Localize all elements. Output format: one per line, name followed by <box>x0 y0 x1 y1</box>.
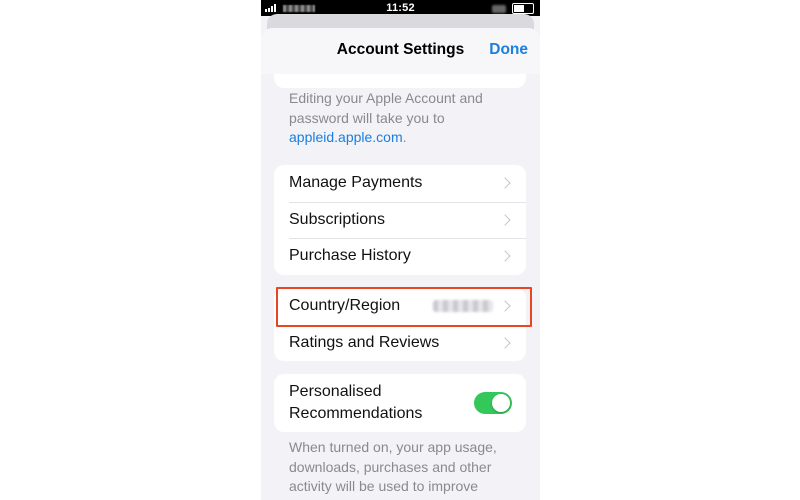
toggle-label: Personalised Recommendations <box>289 383 423 422</box>
manage-payments-row[interactable]: Manage Payments <box>274 165 526 202</box>
done-button[interactable]: Done <box>489 41 528 59</box>
wifi-icon <box>492 4 506 13</box>
previous-card-edge <box>274 72 526 88</box>
highlight-box <box>276 287 532 327</box>
apple-account-note-suffix: . <box>402 129 407 145</box>
chevron-right-icon <box>499 177 511 189</box>
chevron-right-icon <box>499 250 511 262</box>
row-label: Subscriptions <box>289 210 386 228</box>
appleid-link[interactable]: appleid.apple.com <box>289 129 403 145</box>
phone-screen: 11:52 Account Settings Done Editing your… <box>261 0 540 500</box>
payments-group: Manage Payments Subscriptions Purchase H… <box>274 165 526 275</box>
row-label: Purchase History <box>289 247 411 265</box>
apple-account-note: Editing your Apple Account and password … <box>289 89 517 148</box>
recommendations-description: When turned on, your app usage, download… <box>289 439 497 494</box>
recommendations-group: Personalised Recommendations <box>274 374 526 432</box>
row-label: Manage Payments <box>289 174 423 192</box>
row-label: Ratings and Reviews <box>289 333 440 351</box>
recommendations-toggle[interactable] <box>474 392 512 414</box>
status-right <box>492 3 534 14</box>
ratings-reviews-row[interactable]: Ratings and Reviews <box>274 324 526 362</box>
navigation-bar: Account Settings Done <box>261 28 540 74</box>
toggle-knob <box>492 394 510 412</box>
chevron-right-icon <box>499 337 511 349</box>
battery-icon <box>512 3 534 14</box>
apple-account-note-text: Editing your Apple Account and password … <box>289 90 483 126</box>
account-settings-sheet: Account Settings Done Editing your Apple… <box>261 28 540 500</box>
purchase-history-row[interactable]: Purchase History <box>274 238 526 275</box>
personalised-recommendations-row: Personalised Recommendations <box>274 374 526 432</box>
subscriptions-row[interactable]: Subscriptions <box>274 201 526 239</box>
chevron-right-icon <box>499 214 511 226</box>
